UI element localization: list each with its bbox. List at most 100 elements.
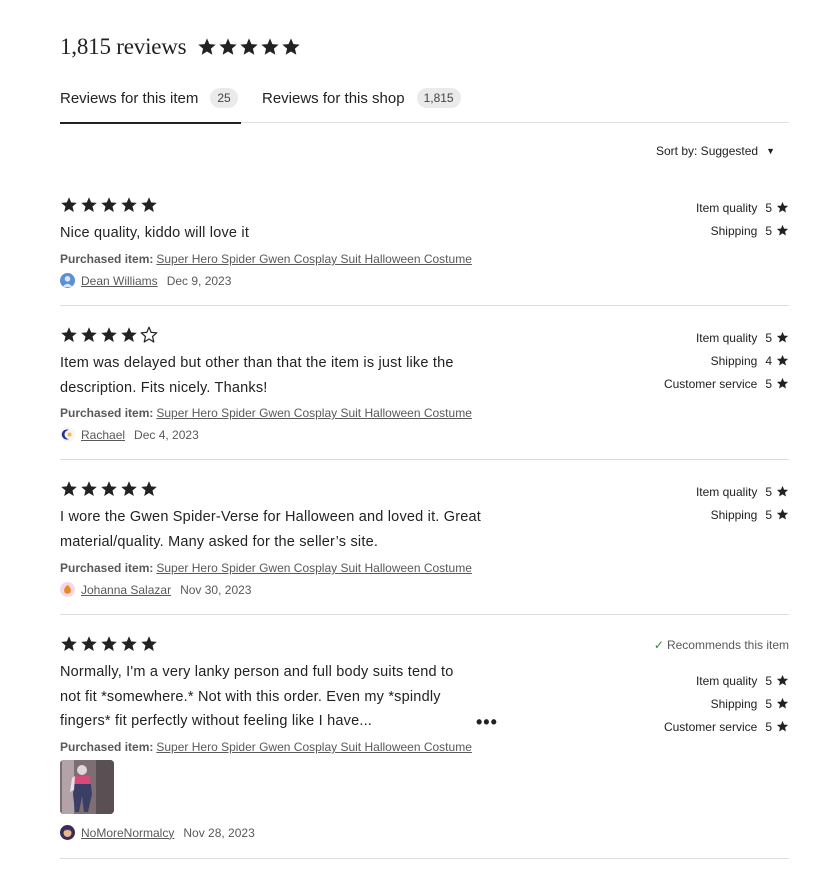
star-icon: [776, 224, 789, 237]
review-text: I wore the Gwen Spider-Verse for Hallowe…: [60, 509, 482, 550]
star-empty-icon: [140, 326, 158, 343]
author-link[interactable]: NoMoreNormalcy: [81, 826, 174, 840]
star-filled-icon: [141, 197, 157, 212]
author-link[interactable]: Dean Williams: [81, 274, 158, 288]
avatar: [60, 582, 75, 597]
star-filled-icon: [101, 636, 117, 651]
purchased-item-link[interactable]: Super Hero Spider Gwen Cosplay Suit Hall…: [156, 740, 472, 754]
rating-value: 5: [765, 330, 772, 345]
star-filled-icon: [261, 38, 280, 55]
purchased-label: Purchased item:: [60, 740, 154, 754]
avatar: [60, 825, 75, 840]
star-filled-icon: [121, 197, 137, 212]
review-stars: [60, 196, 158, 214]
tab-badge: 25: [210, 88, 238, 108]
star-filled-icon: [282, 38, 301, 55]
author-link[interactable]: Rachael: [81, 428, 125, 442]
review-author: Rachael Dec 4, 2023: [60, 427, 199, 442]
avatar: [60, 273, 75, 288]
star-icon: [776, 674, 789, 687]
rating-row: Shipping 4: [664, 349, 789, 372]
star-icon: [776, 377, 789, 390]
star-filled-icon: [776, 331, 789, 343]
review-text: Nice quality, kiddo will love it: [60, 225, 250, 241]
rating-row: Shipping 5: [696, 503, 789, 526]
rating-label: Shipping: [710, 223, 758, 238]
rating-value: 5: [765, 484, 772, 499]
star-filled-icon: [81, 197, 97, 212]
purchased-item-link[interactable]: Super Hero Spider Gwen Cosplay Suit Hall…: [156, 561, 472, 575]
star-filled-icon: [776, 354, 789, 366]
star-filled-icon: [101, 481, 117, 496]
star-filled-icon: [101, 197, 117, 212]
rating-row: Item quality 5: [696, 480, 789, 503]
author-link[interactable]: Johanna Salazar: [81, 583, 171, 597]
review-tabs: Reviews for this item 25 Reviews for thi…: [60, 84, 789, 124]
star-icon: [776, 697, 789, 710]
star-filled-icon: [198, 38, 217, 55]
review-stars: [60, 480, 158, 498]
tab-reviews-shop[interactable]: Reviews for this shop 1,815: [262, 84, 461, 122]
star-filled-icon: [776, 201, 789, 213]
tab-label: Reviews for this item: [60, 90, 199, 107]
rating-label: Item quality: [695, 673, 758, 688]
more-button[interactable]: •••: [476, 712, 498, 733]
sub-ratings: ✓ Recommends this item Item quality 5 Shi…: [654, 635, 789, 738]
purchased-item: Purchased item: Super Hero Spider Gwen Co…: [60, 252, 472, 266]
review-date: Nov 28, 2023: [183, 825, 255, 840]
purchased-item: Purchased item: Super Hero Spider Gwen Co…: [60, 406, 472, 420]
star-filled-icon: [61, 636, 77, 651]
star-filled-icon: [776, 720, 789, 732]
star-filled-icon: [776, 224, 789, 236]
review-card: Normally, I'm a very lanky person and fu…: [60, 635, 789, 859]
review-count: 1,815 reviews: [60, 34, 187, 59]
review-date: Dec 9, 2023: [166, 273, 232, 288]
review-date: Nov 30, 2023: [180, 582, 252, 597]
sort-dropdown[interactable]: Sort by: Suggested ▼: [656, 144, 775, 158]
star-filled-icon: [776, 377, 789, 389]
rating-row: Customer service 5: [654, 715, 789, 738]
rating-value: 5: [765, 376, 772, 391]
purchased-item-link[interactable]: Super Hero Spider Gwen Cosplay Suit Hall…: [156, 252, 472, 266]
review-photo-thumbnail[interactable]: [60, 760, 114, 814]
review-author: NoMoreNormalcy Nov 28, 2023: [60, 825, 255, 840]
review-author: Johanna Salazar Nov 30, 2023: [60, 582, 251, 597]
overall-rating-stars: [197, 37, 301, 57]
purchased-item: Purchased item: Super Hero Spider Gwen Co…: [60, 561, 472, 575]
star-filled-icon: [776, 697, 789, 709]
review-card: Item was delayed but other than that the…: [60, 326, 789, 460]
star-filled-icon: [61, 327, 77, 342]
rating-value: 5: [765, 673, 772, 688]
tab-reviews-item[interactable]: Reviews for this item 25: [60, 84, 241, 124]
rating-label: Shipping: [710, 507, 758, 522]
star-filled-icon: [219, 38, 238, 55]
review-card: Nice quality, kiddo will love it Purchas…: [60, 196, 789, 306]
review-date: Dec 4, 2023: [134, 427, 199, 442]
star-filled-icon: [776, 508, 789, 520]
star-filled-icon: [240, 38, 259, 55]
reviews-header: 1,815 reviews: [60, 34, 301, 60]
review-card: I wore the Gwen Spider-Verse for Hallowe…: [60, 480, 789, 615]
tab-label: Reviews for this shop: [262, 90, 405, 107]
sub-ratings: Item quality 5 Shipping 5: [696, 196, 789, 242]
star-icon: [776, 720, 789, 733]
purchased-item-link[interactable]: Super Hero Spider Gwen Cosplay Suit Hall…: [156, 406, 472, 420]
recommends-text: Recommends this item: [666, 638, 789, 652]
star-filled-icon: [776, 485, 789, 497]
rating-label: Customer service: [663, 376, 758, 391]
star-filled-icon: [121, 636, 137, 651]
star-icon: [776, 508, 789, 521]
rating-label: Item quality: [695, 484, 758, 499]
rating-value: 5: [765, 200, 772, 215]
rating-label: Shipping: [710, 696, 758, 711]
purchased-item: Purchased item: Super Hero Spider Gwen Co…: [60, 740, 472, 754]
star-filled-icon: [141, 636, 157, 651]
review-author: Dean Williams Dec 9, 2023: [60, 273, 231, 288]
star-filled-icon: [121, 481, 137, 496]
recommends-badge: ✓ Recommends this item: [654, 635, 789, 655]
rating-value: 5: [765, 696, 772, 711]
sub-ratings: Item quality 5 Shipping 4 Customer service…: [664, 326, 789, 395]
star-filled-icon: [61, 481, 77, 496]
rating-value: 5: [765, 223, 772, 238]
star-filled-icon: [101, 327, 117, 342]
